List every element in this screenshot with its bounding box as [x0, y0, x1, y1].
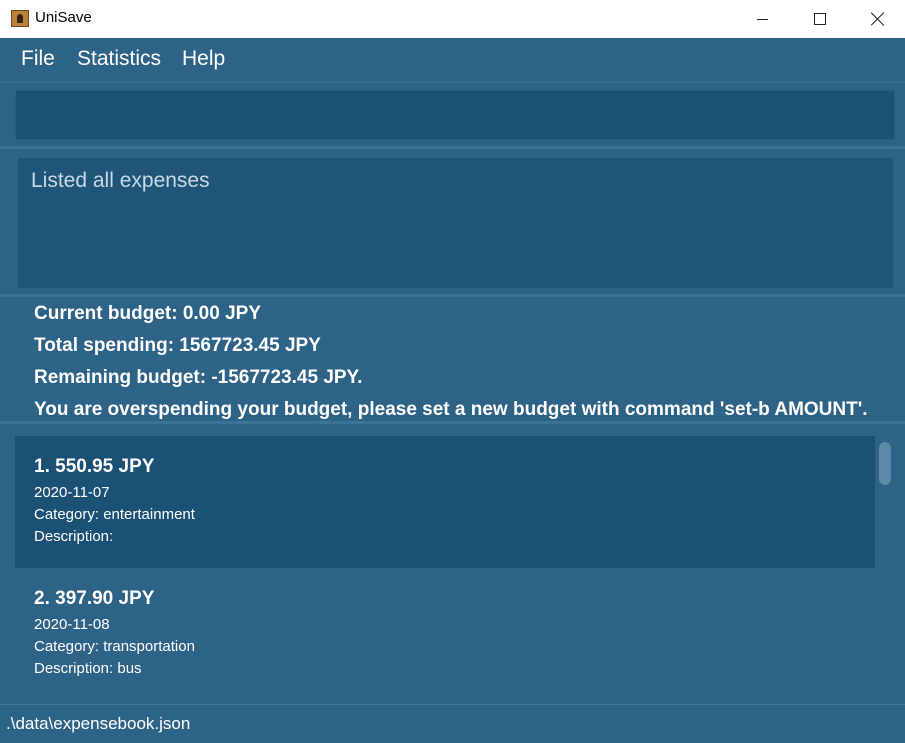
scrollbar-thumb[interactable]: [879, 442, 891, 485]
divider: [0, 146, 905, 149]
total-spending: Total spending: 1567723.45 JPY: [34, 335, 321, 356]
maximize-button[interactable]: [791, 0, 849, 38]
remaining-budget: Remaining budget: -1567723.45 JPY.: [34, 367, 363, 388]
expense-category: Category: entertainment: [34, 506, 195, 523]
close-icon: [871, 12, 885, 26]
expense-description: Description: bus: [34, 660, 142, 677]
status-bar: .\data\expensebook.json: [0, 704, 905, 743]
title-bar: UniSave: [0, 0, 905, 38]
current-budget: Current budget: 0.00 JPY: [34, 303, 261, 324]
expense-card[interactable]: 1. 550.95 JPY 2020-11-07 Category: enter…: [15, 436, 875, 568]
close-button[interactable]: [849, 0, 905, 38]
maximize-icon: [814, 13, 826, 25]
expense-list[interactable]: 1. 550.95 JPY 2020-11-07 Category: enter…: [15, 436, 895, 704]
expense-header: 2. 397.90 JPY: [34, 588, 155, 609]
expense-date: 2020-11-08: [34, 616, 110, 633]
app-icon: [11, 10, 29, 27]
expense-date: 2020-11-07: [34, 484, 110, 501]
divider: [0, 421, 905, 424]
expense-header: 1. 550.95 JPY: [34, 456, 155, 477]
expense-card[interactable]: 2. 397.90 JPY 2020-11-08 Category: trans…: [15, 568, 875, 700]
expense-category: Category: transportation: [34, 638, 195, 655]
list-scrollbar[interactable]: [876, 436, 895, 694]
window-title: UniSave: [35, 9, 92, 26]
expense-description: Description:: [34, 528, 114, 545]
menu-bar: File Statistics Help: [0, 38, 905, 83]
minimize-button[interactable]: [733, 0, 791, 38]
result-display[interactable]: Listed all expenses: [17, 157, 894, 289]
menu-help[interactable]: Help: [182, 47, 225, 71]
minimize-icon: [756, 18, 768, 20]
result-text: Listed all expenses: [31, 169, 210, 192]
command-input[interactable]: [15, 90, 895, 140]
menu-statistics[interactable]: Statistics: [77, 47, 161, 71]
divider: [0, 294, 905, 297]
budget-panel: Current budget: 0.00 JPY Total spending:…: [34, 298, 894, 426]
save-location: .\data\expensebook.json: [6, 714, 191, 733]
menu-file[interactable]: File: [21, 47, 55, 71]
